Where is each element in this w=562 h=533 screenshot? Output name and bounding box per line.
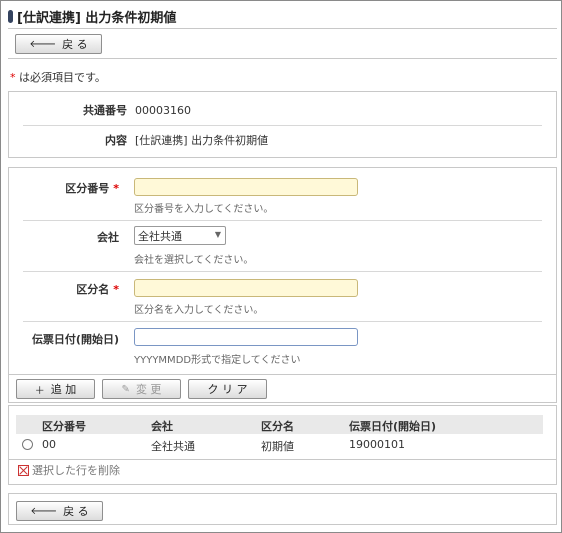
table-header: 区分番号 会社 区分名 伝票日付(開始日)	[16, 415, 543, 434]
clear-button-label: ク リ ア	[207, 383, 248, 396]
divider	[9, 459, 556, 460]
col-division-number: 区分番号	[42, 420, 86, 433]
back-button-label: 戻 る	[62, 38, 88, 51]
window-frame: [仕訳連携] 出力条件初期値 🡐 戻 る * は必須項目です。 共通番号 000…	[0, 0, 562, 533]
cell-division-number: 00	[42, 438, 56, 451]
input-form-section: 区分番号 * 区分番号を入力してください。 会社 全社共通 ▼ 会社を選択してくだ…	[8, 167, 557, 403]
common-number-label: 共通番号	[83, 104, 127, 117]
info-section: 共通番号 00003160 内容 [仕訳連携] 出力条件初期値	[8, 91, 557, 158]
divider	[9, 374, 556, 375]
plus-icon: ＋	[34, 385, 45, 397]
slip-date-input[interactable]	[134, 328, 358, 346]
division-number-help: 区分番号を入力してください。	[134, 204, 274, 215]
delete-x-icon	[18, 464, 29, 476]
col-division-name: 区分名	[261, 420, 294, 433]
col-company: 会社	[151, 420, 173, 433]
slip-date-label: 伝票日付(開始日)	[9, 331, 119, 347]
back-button-top[interactable]: 🡐 戻 る	[15, 34, 102, 54]
info-row-content: 内容 [仕訳連携] 出力条件初期値	[9, 126, 556, 154]
content-value: [仕訳連携] 出力条件初期値	[135, 134, 269, 147]
bottom-nav-section: 🡐 戻 る	[8, 493, 557, 525]
col-slip-date: 伝票日付(開始日)	[349, 420, 437, 433]
slip-date-help: YYYYMMDD形式で指定してください	[134, 355, 301, 366]
change-button-label: 変 更	[135, 383, 162, 396]
divider	[23, 321, 542, 322]
division-name-label: 区分名 *	[9, 281, 119, 297]
company-select[interactable]: 全社共通 ▼	[134, 226, 226, 245]
list-section: 区分番号 会社 区分名 伝票日付(開始日) 00 全社共通 初期値 190001…	[8, 405, 557, 485]
division-number-label-text: 区分番号	[65, 182, 110, 195]
pencil-icon: ✎	[121, 383, 130, 395]
divider	[23, 220, 542, 221]
division-name-input[interactable]	[134, 279, 358, 297]
company-label: 会社	[9, 229, 119, 245]
change-button[interactable]: ✎ 変 更	[102, 379, 181, 399]
back-button-label: 戻 る	[63, 505, 89, 518]
company-label-text: 会社	[97, 231, 119, 244]
page-title: [仕訳連携] 出力条件初期値	[17, 10, 177, 26]
row-select-radio[interactable]	[22, 439, 33, 450]
divider	[23, 271, 542, 272]
delete-selected-label: 選択した行を削除	[32, 464, 120, 477]
cell-division-name: 初期値	[261, 440, 294, 453]
company-help: 会社を選択してください。	[134, 255, 254, 266]
arrow-left-icon: 🡐	[30, 506, 58, 517]
division-number-input[interactable]	[134, 178, 358, 196]
common-number-value: 00003160	[135, 103, 191, 117]
dropdown-arrow-icon: ▼	[214, 230, 221, 239]
division-name-label-text: 区分名	[76, 283, 110, 296]
company-select-value: 全社共通	[138, 229, 182, 243]
clear-button[interactable]: ク リ ア	[188, 379, 267, 399]
arrow-left-icon: 🡐	[29, 39, 57, 50]
content-label: 内容	[105, 134, 127, 147]
division-number-label: 区分番号 *	[9, 180, 119, 196]
required-star: *	[10, 71, 16, 84]
required-note-text: は必須項目です。	[19, 71, 106, 84]
add-button-label: 追 加	[50, 383, 77, 396]
delete-selected-link[interactable]: 選択した行を削除	[18, 462, 120, 478]
cell-slip-date: 19000101	[349, 438, 405, 451]
info-row-common-number: 共通番号 00003160	[9, 96, 556, 124]
add-button[interactable]: ＋ 追 加	[16, 379, 95, 399]
back-button-bottom[interactable]: 🡐 戻 る	[16, 501, 103, 521]
required-note: * は必須項目です。	[10, 69, 106, 85]
division-name-help: 区分名を入力してください。	[134, 305, 264, 316]
page-header: [仕訳連携] 出力条件初期値	[8, 7, 177, 26]
title-marker-icon	[8, 9, 13, 23]
cell-company: 全社共通	[151, 440, 195, 453]
top-nav-section: 🡐 戻 る	[8, 28, 557, 59]
slip-date-label-text: 伝票日付(開始日)	[31, 333, 119, 346]
required-star: *	[113, 182, 119, 195]
required-star: *	[113, 283, 119, 296]
